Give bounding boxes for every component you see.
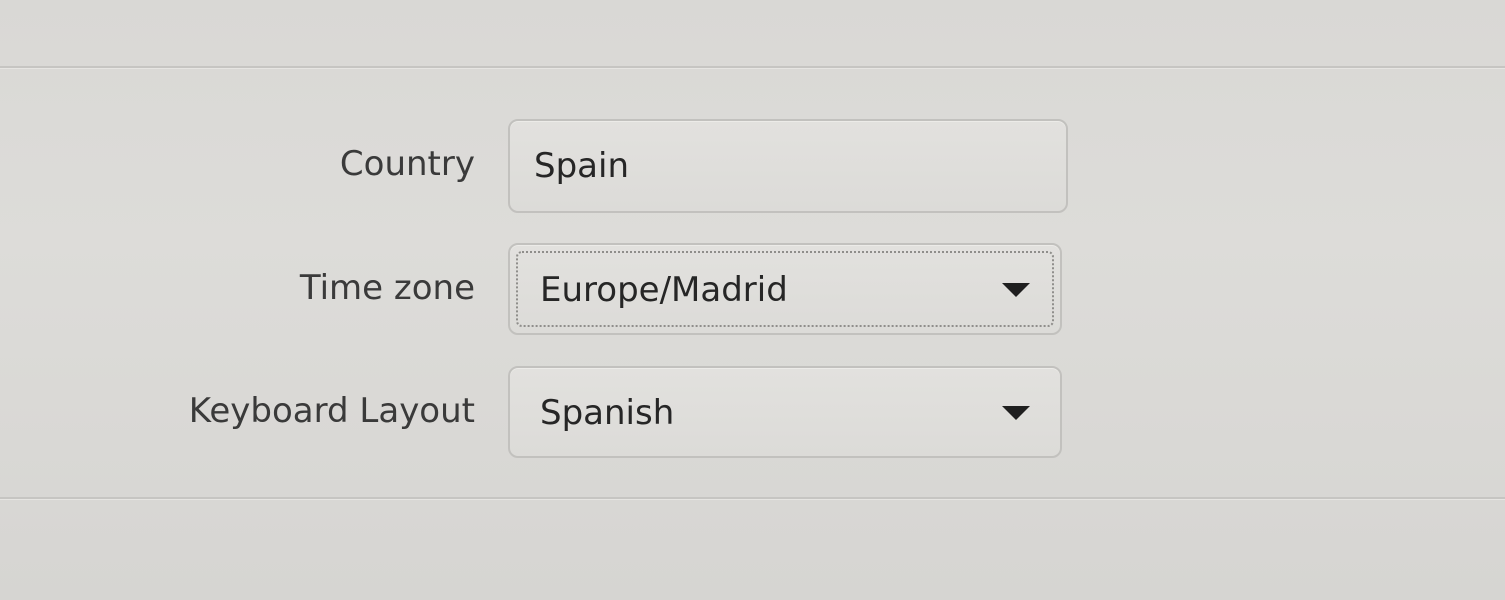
keyboard-layout-value: Spanish — [540, 393, 675, 433]
chevron-down-icon[interactable] — [1002, 283, 1030, 297]
time-zone-label: Time zone — [299, 268, 475, 308]
time-zone-row: Time zone Europe/Madrid — [0, 243, 1100, 337]
country-value: Spain — [534, 146, 629, 186]
keyboard-layout-row: Keyboard Layout Spanish — [0, 366, 1100, 460]
bottom-divider — [0, 497, 1505, 500]
time-zone-dropdown[interactable]: Europe/Madrid — [508, 243, 1062, 335]
country-field[interactable]: Spain — [508, 119, 1068, 213]
country-row: Country Spain — [0, 119, 1100, 213]
chevron-down-icon[interactable] — [1002, 406, 1030, 420]
keyboard-layout-label: Keyboard Layout — [188, 391, 475, 431]
locale-form: Country Spain Time zone Europe/Madrid Ke… — [0, 0, 1505, 600]
keyboard-layout-dropdown[interactable]: Spanish — [508, 366, 1062, 458]
time-zone-value: Europe/Madrid — [540, 270, 788, 310]
country-label: Country — [339, 144, 475, 184]
